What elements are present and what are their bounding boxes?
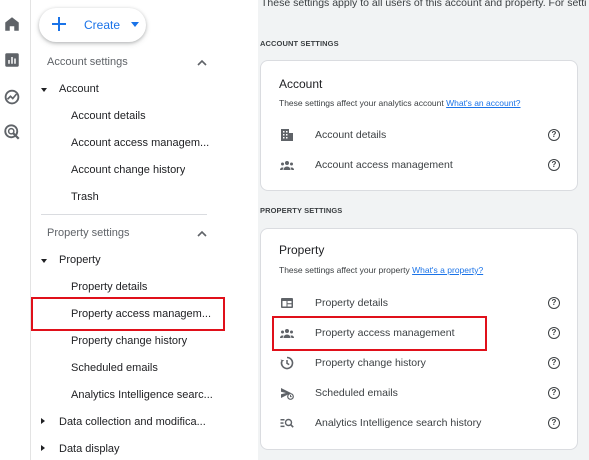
sidebar-item-property-history[interactable]: Property change history xyxy=(71,335,187,347)
home-icon[interactable] xyxy=(3,15,21,33)
sidebar-item-scheduled-emails[interactable]: Scheduled emails xyxy=(71,362,158,374)
help-icon[interactable]: ? xyxy=(548,387,560,399)
help-icon[interactable]: ? xyxy=(548,327,560,339)
account-details-row[interactable]: Account details xyxy=(315,129,386,141)
scheduled-emails-row[interactable]: Scheduled emails xyxy=(315,387,398,399)
create-button[interactable]: Create xyxy=(39,8,146,42)
sidebar-group-data-display[interactable]: Data display xyxy=(59,443,120,455)
history-icon xyxy=(280,356,294,370)
help-icon[interactable]: ? xyxy=(548,417,560,429)
scheduled-send-icon xyxy=(280,386,294,400)
reports-icon[interactable] xyxy=(3,51,21,69)
chevron-up-icon[interactable] xyxy=(196,57,208,69)
highlight-box xyxy=(31,297,225,331)
account-access-row[interactable]: Account access management xyxy=(315,159,453,171)
help-icon[interactable]: ? xyxy=(548,159,560,171)
card-subtitle: These settings affect your property What… xyxy=(279,265,484,275)
sidebar-item-account-details[interactable]: Account details xyxy=(71,110,146,122)
settings-note: These settings apply to all users of thi… xyxy=(261,0,587,9)
sidebar-item-trash[interactable]: Trash xyxy=(71,191,99,203)
account-card: Account These settings affect your analy… xyxy=(260,60,578,191)
create-label: Create xyxy=(84,18,121,32)
left-rail xyxy=(0,0,31,460)
card-title: Property xyxy=(279,243,325,257)
collapse-arrow-icon[interactable] xyxy=(41,418,45,424)
explore-icon[interactable] xyxy=(3,88,21,106)
help-icon[interactable]: ? xyxy=(548,357,560,369)
divider xyxy=(41,214,207,215)
whats-an-account-link[interactable]: What's an account? xyxy=(446,98,520,108)
expand-arrow-icon[interactable] xyxy=(41,88,47,92)
help-icon[interactable]: ? xyxy=(548,129,560,141)
card-subtitle: These settings affect your analytics acc… xyxy=(279,98,521,108)
caret-down-icon xyxy=(131,22,139,27)
account-settings-header[interactable]: Account settings xyxy=(47,56,128,68)
main-panel: These settings apply to all users of thi… xyxy=(258,0,589,460)
sidebar-group-property[interactable]: Property xyxy=(59,254,101,266)
analytics-intelligence-row[interactable]: Analytics Intelligence search history xyxy=(315,417,481,429)
sidebar-group-account[interactable]: Account xyxy=(59,83,99,95)
collapse-arrow-icon[interactable] xyxy=(41,445,45,451)
sidebar-group-data-collection[interactable]: Data collection and modifica... xyxy=(59,416,206,428)
chevron-up-icon[interactable] xyxy=(196,228,208,240)
help-icon[interactable]: ? xyxy=(548,297,560,309)
web-window-icon xyxy=(280,296,294,310)
property-settings-header[interactable]: Property settings xyxy=(47,227,130,239)
sidebar-item-account-history[interactable]: Account change history xyxy=(71,164,185,176)
settings-sidebar: Create Account settings Account Account … xyxy=(31,0,258,460)
whats-a-property-link[interactable]: What's a property? xyxy=(412,265,483,275)
property-settings-label: PROPERTY SETTINGS xyxy=(260,206,343,215)
expand-arrow-icon[interactable] xyxy=(41,259,47,263)
search-history-icon xyxy=(280,416,294,430)
card-title: Account xyxy=(279,77,323,91)
plus-icon xyxy=(52,17,66,31)
sidebar-item-analytics-intelligence[interactable]: Analytics Intelligence searc... xyxy=(71,389,213,401)
sidebar-item-account-access[interactable]: Account access managem... xyxy=(71,137,209,149)
account-settings-label: ACCOUNT SETTINGS xyxy=(260,39,339,48)
property-history-row[interactable]: Property change history xyxy=(315,357,426,369)
highlight-box xyxy=(272,316,487,351)
property-details-row[interactable]: Property details xyxy=(315,297,388,309)
sidebar-item-property-details[interactable]: Property details xyxy=(71,281,147,293)
people-icon xyxy=(280,158,294,172)
advertising-icon[interactable] xyxy=(3,123,21,141)
building-icon xyxy=(280,128,294,142)
